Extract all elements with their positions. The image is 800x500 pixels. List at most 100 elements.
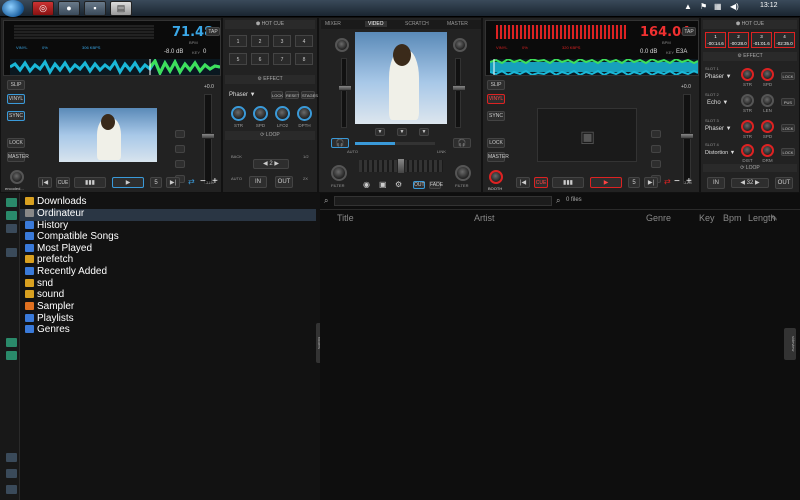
column-options-icon[interactable]: ✎ bbox=[771, 214, 778, 223]
effect-left-knob-lfo2[interactable] bbox=[275, 106, 290, 121]
deck-right-pause-button[interactable]: ▮▮▮ bbox=[552, 177, 584, 188]
folder-compatible-songs[interactable]: Compatible Songs bbox=[25, 231, 119, 242]
effect-slot-1-button[interactable]: LOCK bbox=[781, 72, 795, 80]
effect-left-stages-button[interactable]: STAGES bbox=[301, 91, 318, 99]
deck-right-sampler-button-1[interactable] bbox=[651, 130, 661, 138]
deck-left-plus-button[interactable]: + bbox=[212, 176, 218, 187]
video-settings-icon[interactable]: ⚙ bbox=[395, 180, 402, 189]
deck-right-tap-button[interactable]: TAP bbox=[682, 27, 696, 36]
deck-right-sampler-button-3[interactable] bbox=[651, 160, 661, 168]
folder-snd[interactable]: snd bbox=[25, 278, 53, 289]
deck-left-lock-button[interactable]: LOCK bbox=[7, 138, 25, 148]
search-input[interactable] bbox=[334, 196, 552, 206]
hotcue-left-8[interactable]: 8 bbox=[295, 53, 313, 65]
effect-slot-1-select[interactable]: Phaser ▼ bbox=[705, 74, 732, 80]
deck-right-plus-button[interactable]: + bbox=[686, 176, 692, 187]
filter-right-knob[interactable] bbox=[455, 165, 471, 181]
flag-icon[interactable]: ⚑ bbox=[700, 2, 707, 11]
grid-view-icon[interactable] bbox=[6, 351, 17, 360]
deck-right-vinyl-button[interactable]: VINYL bbox=[487, 94, 505, 104]
mixer-volume-right[interactable] bbox=[452, 58, 466, 128]
deck-left-gain-knob[interactable] bbox=[10, 170, 24, 184]
add-folder-icon[interactable] bbox=[6, 211, 17, 220]
deck-left-prev-button[interactable]: |◀ bbox=[38, 177, 52, 188]
effect-left-knob-dpth[interactable] bbox=[297, 106, 312, 121]
back-icon[interactable] bbox=[6, 248, 17, 257]
tab-mixer[interactable]: MIXER bbox=[325, 21, 341, 27]
effect-left-knob-spd[interactable] bbox=[253, 106, 268, 121]
crossfader[interactable] bbox=[359, 158, 443, 174]
folder-downloads[interactable]: Downloads bbox=[25, 196, 86, 207]
folder-prefetch[interactable]: prefetch bbox=[25, 254, 73, 265]
mixer-gain-right-knob[interactable] bbox=[453, 38, 467, 52]
effect-slot-3-button[interactable]: LOCK bbox=[781, 124, 795, 132]
loop-left-size-selector[interactable]: ◀ 2 ▶ bbox=[253, 159, 289, 169]
folder-playlists[interactable]: Playlists bbox=[25, 313, 74, 324]
effect-left-select[interactable]: Phaser ▼ bbox=[229, 92, 256, 98]
deck-left-sampler-button-1[interactable] bbox=[175, 130, 185, 138]
deck-left-master-button[interactable]: MASTER bbox=[7, 152, 29, 162]
folders-view-icon[interactable] bbox=[6, 198, 17, 207]
volume-icon[interactable]: ◀) bbox=[730, 2, 739, 11]
deck-right-sync-button[interactable]: SYNC bbox=[487, 111, 505, 121]
search-options-icon[interactable]: ⌕ bbox=[556, 196, 560, 206]
loop-left-in-button[interactable]: IN bbox=[249, 176, 267, 188]
hotcue-right-3[interactable]: 3 -01:01.6 bbox=[751, 32, 772, 48]
effect-slot-2-knob-1[interactable] bbox=[741, 94, 754, 107]
deck-left-waveform[interactable] bbox=[10, 59, 220, 75]
loop-left-out-button[interactable]: OUT bbox=[275, 176, 293, 188]
deck-left-slip-button[interactable]: SLIP bbox=[7, 80, 25, 90]
effect-slot-4-button[interactable]: LOCK bbox=[781, 148, 795, 156]
hotcue-left-5[interactable]: 5 bbox=[229, 53, 247, 65]
deck-left-cue-button[interactable]: CUE bbox=[56, 177, 70, 188]
video-fade-button[interactable]: FADE bbox=[429, 181, 443, 189]
filter-icon[interactable] bbox=[6, 224, 17, 233]
hotcue-left-4[interactable]: 4 bbox=[295, 35, 313, 47]
explorer-icon[interactable]: ▤ bbox=[110, 1, 132, 16]
video-mix-icon[interactable]: ▣ bbox=[379, 180, 387, 189]
app-icon-1[interactable]: ◎ bbox=[32, 1, 54, 16]
tab-video[interactable]: VIDEO bbox=[365, 21, 387, 27]
hotcue-left-2[interactable]: 2 bbox=[251, 35, 269, 47]
deck-right-sampler-button-2[interactable] bbox=[651, 145, 661, 153]
deck-right-play-button[interactable]: ▶ bbox=[590, 177, 622, 188]
deck-left-minus-button[interactable]: − bbox=[200, 176, 206, 187]
folder-recently-added[interactable]: Recently Added bbox=[25, 266, 107, 277]
effect-slot-2-select[interactable]: Echo ▼ bbox=[707, 100, 728, 106]
deck-left-tap-button[interactable]: TAP bbox=[206, 27, 220, 36]
folder-sound[interactable]: sound bbox=[25, 289, 64, 300]
deck-left-next-button[interactable]: ▶| bbox=[166, 177, 180, 188]
folder-most-played[interactable]: Most Played bbox=[25, 243, 92, 254]
hotcue-right-2[interactable]: 2 -00:28.0 bbox=[728, 32, 749, 48]
effect-slot-1-knob-1[interactable] bbox=[741, 68, 754, 81]
chrome-icon[interactable]: ● bbox=[58, 1, 80, 16]
loop-right-size-selector[interactable]: ◀ 32 ▶ bbox=[731, 178, 769, 188]
deck-right-waveform[interactable] bbox=[490, 59, 698, 75]
column-key[interactable]: Key bbox=[699, 213, 715, 223]
deck-right-next-button[interactable]: ▶| bbox=[644, 177, 658, 188]
deck-left-pause-button[interactable]: ▮▮▮ bbox=[74, 177, 106, 188]
hotcue-left-3[interactable]: 3 bbox=[273, 35, 291, 47]
deck-right-lock-button[interactable]: LOCK bbox=[487, 138, 505, 148]
deck-left-sync-button[interactable]: SYNC bbox=[7, 111, 25, 121]
video-out-button[interactable]: OUT bbox=[413, 181, 425, 189]
mixer-volume-left[interactable] bbox=[338, 58, 352, 128]
effect-slot-1-knob-2[interactable] bbox=[761, 68, 774, 81]
scroll-down-icon[interactable] bbox=[6, 485, 17, 494]
deck-left-sync-icon[interactable]: ⇄ bbox=[188, 177, 195, 186]
deck-left-sampler-button-3[interactable] bbox=[175, 160, 185, 168]
save-icon[interactable]: ▪ bbox=[84, 1, 106, 16]
video-crossfader[interactable] bbox=[355, 142, 435, 145]
effect-slot-4-knob-1[interactable] bbox=[741, 144, 754, 157]
deck-left-pitch-fader[interactable] bbox=[201, 94, 215, 184]
start-button[interactable] bbox=[2, 0, 24, 17]
eject-icon[interactable] bbox=[6, 453, 17, 462]
network-icon[interactable]: ▦ bbox=[714, 2, 722, 11]
loop-right-out-button[interactable]: OUT bbox=[775, 177, 793, 189]
loop-right-in-button[interactable]: IN bbox=[707, 177, 725, 189]
video-transition-icon[interactable]: ◉ bbox=[363, 180, 370, 189]
deck-right-minus-button[interactable]: − bbox=[674, 176, 680, 187]
effect-left-knob-str[interactable] bbox=[231, 106, 246, 121]
mixer-gain-left-knob[interactable] bbox=[335, 38, 349, 52]
clock[interactable]: 13:12 bbox=[760, 2, 778, 9]
